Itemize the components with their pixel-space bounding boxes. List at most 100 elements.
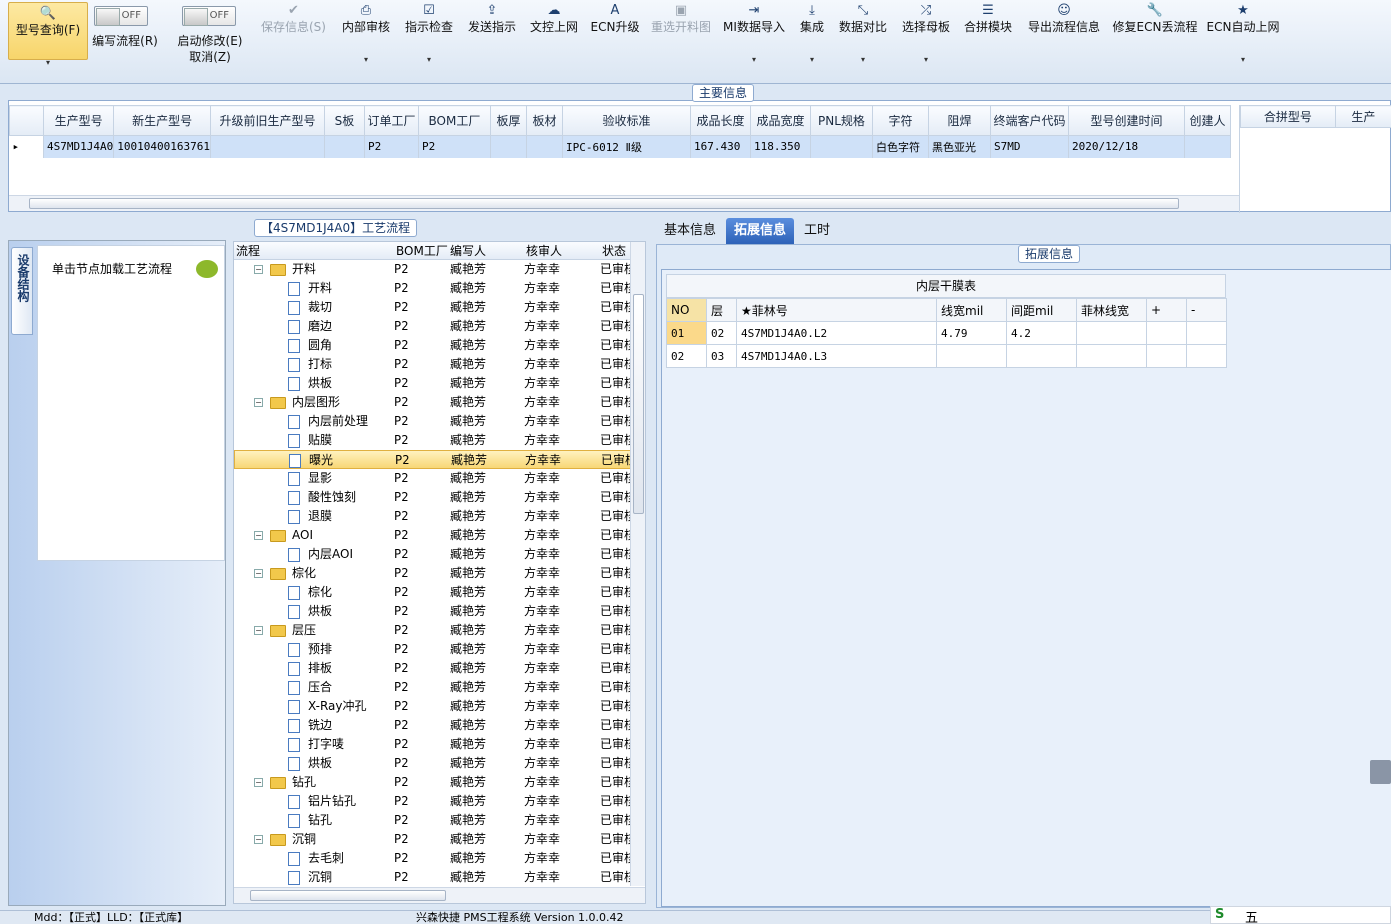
film-cell[interactable]: 4S7MD1J4A0.L2	[736, 321, 937, 345]
dropdown-arrow-icon[interactable]: ▾	[898, 52, 954, 67]
toolbar-button-10[interactable]: ⤡ 数据对比 ▾	[834, 0, 892, 68]
tree-node[interactable]: − 层压 P2 臧艳芳 方幸幸 已审核	[234, 621, 630, 640]
tree-node[interactable]: − 沉铜 P2 臧艳芳 方幸幸 已审核	[234, 830, 630, 849]
tree-node[interactable]: 棕化 P2 臧艳芳 方幸幸 已审核	[234, 583, 630, 602]
write-process-toggle[interactable]: OFF	[94, 6, 148, 26]
tree-node[interactable]: 铝片钻孔 P2 臧艳芳 方幸幸 已审核	[234, 792, 630, 811]
tree-node[interactable]: 压合 P2 臧艳芳 方幸幸 已审核	[234, 678, 630, 697]
tree-node[interactable]: 内层AOI P2 臧艳芳 方幸幸 已审核	[234, 545, 630, 564]
main-col-header[interactable]: 新生产型号	[113, 105, 211, 136]
film-col-header[interactable]: 线宽mil	[936, 298, 1007, 322]
film-cell[interactable]: 4.79	[936, 321, 1007, 345]
toolbar-button-2[interactable]: ⎙ 内部审核 ▾	[338, 0, 394, 68]
main-col-header[interactable]: 成品长度	[689, 105, 751, 136]
tree-node[interactable]: 开料 P2 臧艳芳 方幸幸 已审核	[234, 279, 630, 298]
main-col-header[interactable]: 验收标准	[561, 105, 691, 136]
toolbar-button-8[interactable]: ⇥ MI数据导入 ▾	[720, 0, 788, 68]
main-cell[interactable]	[810, 135, 873, 158]
film-cell[interactable]	[1076, 321, 1147, 345]
tree-node[interactable]: 圆角 P2 臧艳芳 方幸幸 已审核	[234, 336, 630, 355]
tab-0[interactable]: 基本信息	[656, 218, 724, 244]
collapse-icon[interactable]: −	[254, 835, 263, 844]
main-cell[interactable]	[1184, 135, 1231, 158]
main-info-hscroll[interactable]	[9, 195, 1239, 211]
main-info-hscroll-thumb[interactable]	[29, 198, 1179, 209]
grip-handle-icon[interactable]	[1370, 760, 1391, 784]
tree-node[interactable]: − 开料 P2 臧艳芳 方幸幸 已审核	[234, 260, 630, 279]
ime-mode-label[interactable]: 五	[1245, 907, 1258, 924]
dropdown-arrow-icon[interactable]: ▾	[834, 52, 892, 67]
tree-col-header[interactable]: 编写人	[450, 243, 486, 259]
tree-node[interactable]: 沉铜 P2 臧艳芳 方幸幸 已审核	[234, 868, 630, 886]
merge-col-header[interactable]: 生产	[1334, 105, 1391, 128]
main-col-header[interactable]: 订单工厂	[363, 105, 419, 136]
collapse-icon[interactable]: −	[254, 778, 263, 787]
main-cell[interactable]: S7MD	[990, 135, 1069, 158]
tree-col-header[interactable]: 核审人	[526, 243, 562, 259]
dropdown-arrow-icon[interactable]: ▾	[338, 52, 394, 67]
tree-node[interactable]: 贴膜 P2 臧艳芳 方幸幸 已审核	[234, 431, 630, 450]
tree-node[interactable]: − 内层图形 P2 臧艳芳 方幸幸 已审核	[234, 393, 630, 412]
collapse-icon[interactable]: −	[254, 398, 263, 407]
tab-2[interactable]: 工时	[796, 218, 838, 244]
main-col-header[interactable]: 板厚	[489, 105, 527, 136]
tree-col-header[interactable]: BOM工厂	[396, 243, 448, 259]
tree-node[interactable]: 铣边 P2 臧艳芳 方幸幸 已审核	[234, 716, 630, 735]
film-col-header[interactable]: 菲林线宽	[1076, 298, 1147, 322]
collapse-icon[interactable]: −	[254, 265, 263, 274]
main-col-header[interactable]: 成品宽度	[749, 105, 811, 136]
dropdown-arrow-icon[interactable]: ▾	[794, 52, 830, 67]
film-cell[interactable]	[1186, 344, 1227, 368]
toolbar-button-9[interactable]: ⤓ 集成 ▾	[794, 0, 830, 68]
toolbar-button-3[interactable]: ☑ 指示检查 ▾	[402, 0, 456, 68]
toolbar-button-15[interactable]: ★ ECN自动上网 ▾	[1206, 0, 1280, 68]
film-cell[interactable]	[936, 344, 1007, 368]
film-col-header[interactable]: +	[1146, 298, 1187, 322]
process-tree-vscroll-thumb[interactable]	[633, 294, 644, 514]
film-row[interactable]: 02 03 4S7MD1J4A0.L3	[666, 344, 1227, 368]
main-cell[interactable]: 118.350	[750, 135, 811, 158]
tree-node[interactable]: 烘板 P2 臧艳芳 方幸幸 已审核	[234, 754, 630, 773]
film-cell[interactable]: 02	[706, 321, 737, 345]
process-tree-vscroll[interactable]	[630, 242, 645, 886]
tree-node[interactable]: 退膜 P2 臧艳芳 方幸幸 已审核	[234, 507, 630, 526]
main-cell[interactable]: 4S7MD1J4A0	[43, 135, 115, 158]
table-row[interactable]: ▸ 4S7MD1J4A0 10010400163761 P2 P2 IPC-6012 Ⅱ级…	[9, 135, 1231, 158]
tree-node[interactable]: − AOI P2 臧艳芳 方幸幸 已审核	[234, 526, 630, 545]
toolbar-button-13[interactable]: ☺ 导出流程信息	[1024, 0, 1104, 68]
tree-node[interactable]: 显影 P2 臧艳芳 方幸幸 已审核	[234, 469, 630, 488]
film-cell[interactable]	[1006, 344, 1077, 368]
main-cell[interactable]: P2	[418, 135, 491, 158]
film-cell[interactable]: 02	[666, 344, 707, 368]
tree-node[interactable]: X-Ray冲孔 P2 臧艳芳 方幸幸 已审核	[234, 697, 630, 716]
film-cell[interactable]: 03	[706, 344, 737, 368]
tree-node[interactable]: 内层前处理 P2 臧艳芳 方幸幸 已审核	[234, 412, 630, 431]
toolbar-button-0[interactable]: 🔍 型号查询(F) ▾	[8, 2, 88, 67]
main-col-header[interactable]: 创建人	[1183, 105, 1231, 136]
film-cell[interactable]	[1146, 321, 1187, 345]
tree-node[interactable]: 烘板 P2 臧艳芳 方幸幸 已审核	[234, 374, 630, 393]
film-cell[interactable]: 4S7MD1J4A0.L3	[736, 344, 937, 368]
toolbar-button-4[interactable]: ⇪ 发送指示	[464, 0, 520, 68]
film-col-header[interactable]: 间距mil	[1006, 298, 1077, 322]
collapse-icon[interactable]: −	[254, 626, 263, 635]
main-col-header[interactable]: PNL规格	[809, 105, 873, 136]
tree-node[interactable]: − 钻孔 P2 臧艳芳 方幸幸 已审核	[234, 773, 630, 792]
process-tree-hscroll-thumb[interactable]	[250, 890, 446, 901]
main-cell[interactable]	[210, 135, 325, 158]
merge-col-header[interactable]: 合拼型号	[1240, 105, 1336, 128]
main-cell[interactable]: IPC-6012 Ⅱ级	[562, 135, 691, 158]
tree-node[interactable]: 磨边 P2 臧艳芳 方幸幸 已审核	[234, 317, 630, 336]
toolbar-button-5[interactable]: ☁ 文控上网	[526, 0, 582, 68]
toolbar-button-11[interactable]: ⤮ 选择母板 ▾	[898, 0, 954, 68]
main-cell[interactable]: 167.430	[690, 135, 751, 158]
ime-toolbar[interactable]: S 五	[1210, 906, 1391, 924]
film-cell[interactable]	[1146, 344, 1187, 368]
main-col-header[interactable]: 字符	[871, 105, 929, 136]
main-col-header[interactable]: S板	[323, 105, 365, 136]
tree-node[interactable]: 烘板 P2 臧艳芳 方幸幸 已审核	[234, 602, 630, 621]
main-col-header[interactable]: 升级前旧生产型号	[209, 105, 325, 136]
toolbar-button-14[interactable]: 🔧 修复ECN丢流程	[1112, 0, 1198, 68]
device-structure-tab[interactable]: 设备结构	[11, 247, 33, 335]
main-cell[interactable]: 2020/12/18	[1068, 135, 1185, 158]
